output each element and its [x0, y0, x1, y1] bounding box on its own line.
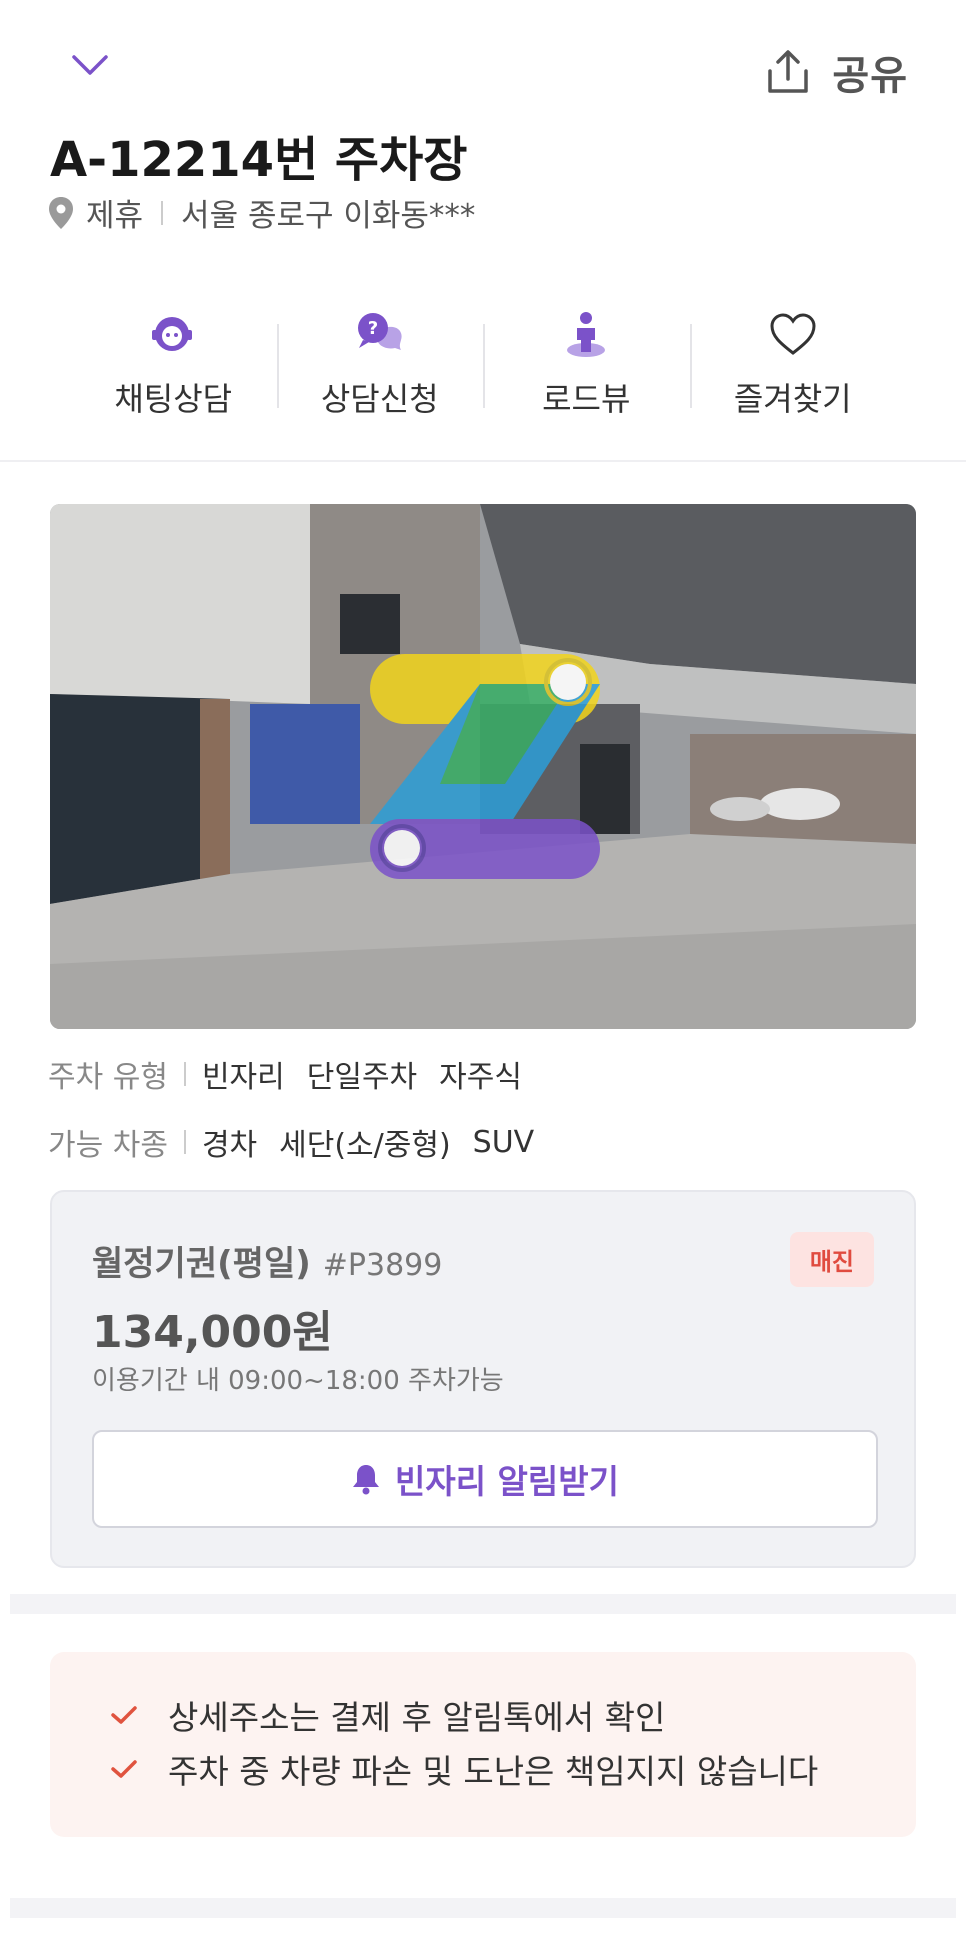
road-view-label: 로드뷰 — [542, 380, 631, 418]
bell-icon — [352, 1465, 379, 1495]
ticket-price: 134,000원 — [92, 1307, 333, 1358]
chat-support-label: 채팅상담 — [114, 380, 233, 418]
divider — [183, 1062, 186, 1086]
vacancy-notify-label: 빈자리 알림받기 — [394, 1462, 619, 1501]
chevron-down-icon — [72, 55, 108, 75]
parking-type-key: 주차 유형 — [48, 1060, 168, 1095]
notice-item: 상세주소는 결제 후 알림톡에서 확인 — [110, 1688, 856, 1742]
consult-request-button[interactable]: ? 상담신청 — [276, 310, 484, 420]
divider — [183, 1130, 186, 1154]
sold-out-badge: 매진 — [789, 1232, 874, 1287]
collapse-button[interactable] — [60, 40, 120, 90]
page-title: A-12214번 주차장 — [50, 132, 468, 188]
vehicle-type-key: 가능 차종 — [48, 1128, 168, 1163]
consult-request-label: 상담신청 — [320, 380, 439, 418]
section-divider — [0, 460, 966, 462]
partner-label: 제휴 — [86, 198, 144, 234]
heart-icon — [770, 313, 816, 355]
favorite-button[interactable]: 즐겨찾기 — [689, 310, 897, 420]
vacancy-notify-button[interactable]: 빈자리 알림받기 — [92, 1430, 878, 1528]
action-bar: 채팅상담 ? 상담신청 로드뷰 즐겨찾기 — [70, 310, 896, 420]
favorite-label: 즐겨찾기 — [733, 380, 852, 418]
parking-type-value: 빈자리 — [201, 1060, 285, 1095]
ticket-name: 월정기권(평일) #P3899 — [92, 1236, 442, 1285]
section-separator — [10, 1594, 956, 1614]
address-line: 제휴 서울 종로구 이화동*** — [48, 190, 475, 235]
check-icon — [111, 1706, 137, 1724]
ticket-name-text: 월정기권(평일) — [92, 1244, 311, 1284]
road-view-button[interactable]: 로드뷰 — [483, 310, 690, 420]
vehicle-type-value: 세단(소/중형) — [279, 1128, 451, 1163]
vehicle-type-value: SUV — [472, 1124, 535, 1160]
vehicle-type-row: 가능 차종 경차 세단(소/중형) SUV — [48, 1120, 556, 1164]
chat-support-icon — [152, 317, 193, 351]
section-separator — [10, 1898, 956, 1918]
parking-type-row: 주차 유형 빈자리 단일주차 자주식 — [48, 1052, 544, 1096]
share-icon — [768, 50, 809, 93]
parking-type-value: 자주식 — [439, 1060, 522, 1095]
location-pin-icon — [49, 196, 73, 229]
address-text: 서울 종로구 이화동*** — [181, 198, 476, 234]
ticket-card: 월정기권(평일) #P3899 매진 134,000원 이용기간 내 09:00~… — [50, 1190, 916, 1568]
usage-hours: 이용기간 내 09:00~18:00 주차가능 — [92, 1366, 504, 1396]
share-label: 공유 — [832, 53, 908, 99]
road-view-icon — [567, 312, 606, 357]
vehicle-type-value: 경차 — [201, 1128, 258, 1163]
consult-request-icon: ? — [357, 313, 402, 350]
top-bar: 공유 — [0, 0, 966, 130]
check-icon — [111, 1760, 137, 1778]
notice-text: 상세주소는 결제 후 알림톡에서 확인 — [168, 1698, 666, 1737]
notice-text: 주차 중 차량 파손 및 도난은 책임지지 않습니다 — [168, 1752, 819, 1791]
parking-type-value: 단일주차 — [306, 1060, 418, 1095]
share-button[interactable]: 공유 — [766, 44, 908, 100]
notice-item: 주차 중 차량 파손 및 도난은 책임지지 않습니다 — [110, 1742, 856, 1796]
chat-support-button[interactable]: 채팅상담 — [70, 310, 277, 420]
svg-text:?: ? — [368, 318, 378, 339]
divider — [161, 200, 164, 225]
parking-lot-photo[interactable] — [50, 504, 916, 1029]
parking-garage-image — [50, 504, 916, 1029]
ticket-code: #P3899 — [322, 1248, 443, 1283]
notice-box: 상세주소는 결제 후 알림톡에서 확인 주차 중 차량 파손 및 도난은 책임지… — [50, 1652, 916, 1837]
